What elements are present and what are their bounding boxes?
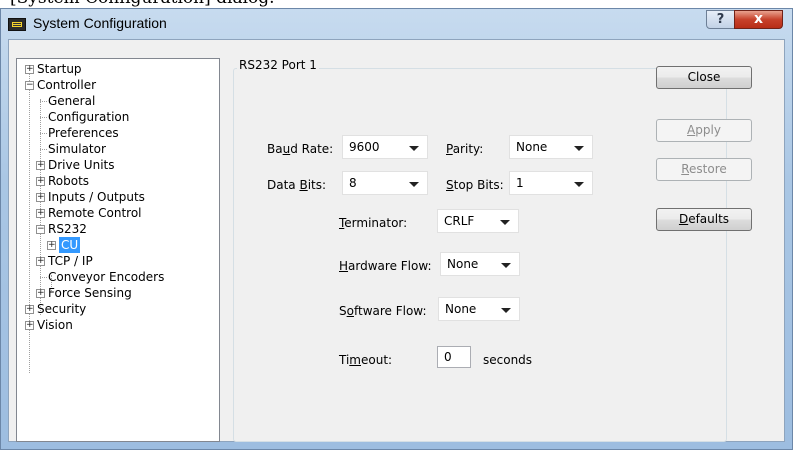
expand-icon[interactable]: + (25, 65, 34, 74)
tree-item[interactable]: + CU (17, 237, 217, 253)
tree-item-label: RS232 (48, 222, 87, 236)
collapse-icon[interactable]: − (25, 81, 34, 90)
hardware-flow-label: Hardware Flow: (339, 259, 432, 273)
baud-rate-value: 9600 (349, 140, 380, 154)
tree-item-label: General (48, 94, 96, 108)
tree-item-label: Vision (37, 318, 73, 332)
expand-icon[interactable]: + (36, 209, 45, 218)
tree-item-label: Remote Control (48, 206, 142, 220)
tree-item-label: Drive Units (48, 158, 115, 172)
timeout-input[interactable]: 0 (437, 346, 471, 368)
data-bits-select[interactable]: 8 (342, 171, 428, 195)
tree-item[interactable]: + TCP / IP (17, 253, 217, 269)
defaults-button[interactable]: Defaults (656, 208, 752, 231)
tree-item[interactable]: Preferences (17, 125, 217, 141)
baud-rate-select[interactable]: 9600 (342, 135, 428, 159)
tree-item-label: Inputs / Outputs (48, 190, 145, 204)
hardware-flow-select[interactable]: None (440, 252, 520, 276)
parity-value: None (516, 140, 548, 154)
caption-text: [System Configuration] dialog. (10, 0, 275, 8)
dialog-client-area: + Startup − Controller General Configuration P… (8, 39, 785, 442)
chevron-down-icon (501, 263, 511, 268)
document-caption: [System Configuration] dialog. (0, 0, 795, 8)
expand-icon[interactable]: + (36, 289, 45, 298)
tree-item[interactable]: + Inputs / Outputs (17, 189, 217, 205)
chevron-down-icon (500, 220, 510, 225)
tree-item[interactable]: + Force Sensing (17, 285, 217, 301)
expand-icon[interactable]: + (36, 177, 45, 186)
software-flow-select[interactable]: None (438, 297, 520, 321)
tree-item-label: Controller (37, 78, 97, 92)
tree-item-label: CU (59, 237, 81, 253)
expand-icon[interactable]: + (25, 321, 34, 330)
software-flow-value: None (445, 302, 477, 316)
baud-rate-label: Baud Rate: (267, 142, 334, 156)
tree-item-label: Conveyor Encoders (48, 270, 165, 284)
tree-item-label: Force Sensing (48, 286, 132, 300)
timeout-value: 0 (444, 350, 452, 364)
tree-item[interactable]: + Drive Units (17, 157, 217, 173)
tree-item[interactable]: + Startup (17, 61, 217, 77)
expand-icon[interactable]: + (25, 305, 34, 314)
chevron-down-icon (574, 146, 584, 151)
tree-item-label: Robots (48, 174, 90, 188)
tree-item-label: Simulator (48, 142, 106, 156)
expand-icon[interactable]: + (36, 193, 45, 202)
terminator-select[interactable]: CRLF (437, 209, 519, 233)
chevron-down-icon (501, 308, 511, 313)
tree-item[interactable]: + Robots (17, 173, 217, 189)
terminator-label: Terminator: (339, 216, 408, 230)
tree-item-label: Startup (37, 62, 82, 76)
timeout-label: Timeout: (339, 353, 393, 367)
restore-button[interactable]: Restore (656, 158, 752, 181)
window-title: System Configuration (33, 15, 167, 31)
stop-bits-label: Stop Bits: (446, 178, 504, 192)
chevron-down-icon (409, 182, 419, 187)
tree-item[interactable]: + Vision (17, 317, 217, 333)
tree-item-label: TCP / IP (48, 254, 93, 268)
group-title: RS232 Port 1 (237, 58, 319, 72)
tree-item[interactable]: Configuration (17, 109, 217, 125)
chevron-down-icon (574, 182, 584, 187)
software-flow-label: Software Flow: (339, 304, 427, 318)
stop-bits-value: 1 (516, 176, 524, 190)
expand-icon[interactable]: + (47, 241, 56, 250)
tree-item-label: Preferences (48, 126, 119, 140)
hardware-flow-value: None (447, 257, 479, 271)
app-icon (8, 18, 26, 31)
stop-bits-select[interactable]: 1 (509, 171, 593, 195)
data-bits-value: 8 (349, 176, 357, 190)
close-button[interactable]: Close (656, 66, 752, 89)
parity-label: Parity: (446, 142, 484, 156)
tree-item-label: Security (37, 302, 87, 316)
tree-item[interactable]: + Security (17, 301, 217, 317)
configuration-tree[interactable]: + Startup − Controller General Configuration P… (16, 58, 220, 442)
system-configuration-dialog: System Configuration ? x + Startup − Contro… (0, 8, 793, 450)
title-bar[interactable]: System Configuration ? x (1, 9, 792, 39)
timeout-unit: seconds (483, 353, 533, 367)
parity-select[interactable]: None (509, 135, 593, 159)
collapse-icon[interactable]: − (36, 225, 45, 234)
tree-item[interactable]: + Remote Control (17, 205, 217, 221)
apply-button[interactable]: Apply (656, 119, 752, 142)
expand-icon[interactable]: + (36, 161, 45, 170)
data-bits-label: Data Bits: (267, 178, 327, 192)
window-close-button[interactable]: x (734, 10, 783, 29)
tree-item[interactable]: − Controller (17, 77, 217, 93)
tree-item[interactable]: − RS232 (17, 221, 217, 237)
terminator-value: CRLF (444, 214, 475, 228)
tree-item[interactable]: Conveyor Encoders (17, 269, 217, 285)
tree-item-label: Configuration (48, 110, 130, 124)
expand-icon[interactable]: + (36, 257, 45, 266)
tree-item[interactable]: General (17, 93, 217, 109)
tree-item[interactable]: Simulator (17, 141, 217, 157)
help-button[interactable]: ? (706, 10, 735, 29)
chevron-down-icon (409, 146, 419, 151)
